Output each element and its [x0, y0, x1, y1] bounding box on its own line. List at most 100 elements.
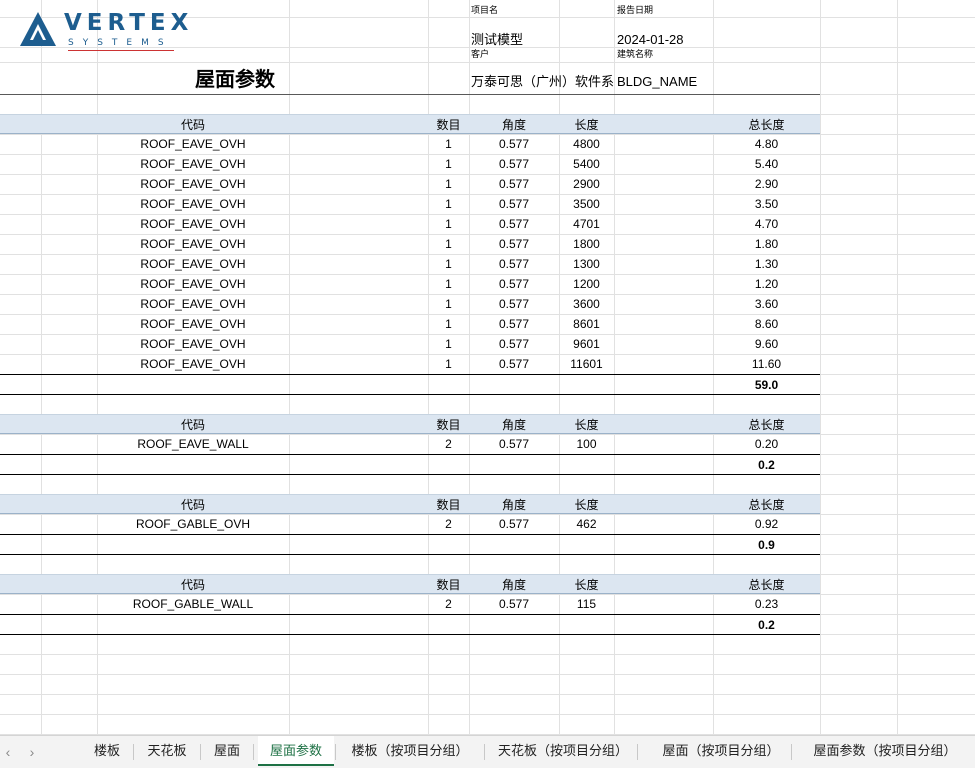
chevron-left-icon[interactable]: ‹	[0, 742, 16, 762]
cell-angle[interactable]: 0.577	[469, 294, 559, 314]
cell-angle[interactable]: 0.577	[469, 314, 559, 334]
column-header-count[interactable]: 数目	[428, 575, 469, 595]
cell-angle[interactable]: 0.577	[469, 194, 559, 214]
table-row[interactable]: ROOF_EAVE_OVH 1 0.577 4701 4.70	[0, 214, 820, 234]
table-row[interactable]: ROOF_EAVE_OVH 1 0.577 3600 3.60	[0, 294, 820, 314]
cell-code[interactable]: ROOF_EAVE_OVH	[97, 274, 289, 294]
cell-code[interactable]: ROOF_EAVE_WALL	[97, 434, 289, 454]
cell-angle[interactable]: 0.577	[469, 234, 559, 254]
column-header-total[interactable]: 总长度	[713, 575, 820, 595]
column-header-angle[interactable]: 角度	[469, 115, 559, 135]
cell-count[interactable]: 2	[428, 594, 469, 614]
cell-count[interactable]: 1	[428, 334, 469, 354]
cell-code[interactable]: ROOF_EAVE_OVH	[97, 314, 289, 334]
table-row[interactable]: ROOF_EAVE_OVH 1 0.577 1300 1.30	[0, 254, 820, 274]
cell-angle[interactable]: 0.577	[469, 354, 559, 374]
sheet-tab[interactable]: 屋面参数（按项目分组）	[803, 736, 967, 766]
cell-total[interactable]: 1.80	[713, 234, 820, 254]
cell-total[interactable]: 0.92	[713, 514, 820, 534]
cell-length[interactable]: 115	[559, 594, 614, 614]
cell-total[interactable]: 4.80	[713, 134, 820, 154]
cell-total[interactable]: 1.20	[713, 274, 820, 294]
cell-length[interactable]: 5400	[559, 154, 614, 174]
cell-total[interactable]: 4.70	[713, 214, 820, 234]
cell-angle[interactable]: 0.577	[469, 174, 559, 194]
date-value[interactable]: 2024-01-28	[617, 32, 684, 48]
cell-count[interactable]: 1	[428, 354, 469, 374]
cell-length[interactable]: 1200	[559, 274, 614, 294]
cell-total[interactable]: 0.23	[713, 594, 820, 614]
column-header-code[interactable]: 代码	[97, 495, 289, 515]
cell-angle[interactable]: 0.577	[469, 274, 559, 294]
cell-length[interactable]: 100	[559, 434, 614, 454]
column-header-angle[interactable]: 角度	[469, 415, 559, 435]
table-row[interactable]: ROOF_EAVE_OVH 1 0.577 4800 4.80	[0, 134, 820, 154]
cell-count[interactable]: 2	[428, 434, 469, 454]
cell-code[interactable]: ROOF_EAVE_OVH	[97, 334, 289, 354]
cell-count[interactable]: 2	[428, 514, 469, 534]
cell-code[interactable]: ROOF_EAVE_OVH	[97, 354, 289, 374]
cell-code[interactable]: ROOF_GABLE_OVH	[97, 514, 289, 534]
column-header-total[interactable]: 总长度	[713, 115, 820, 135]
table-row[interactable]: ROOF_EAVE_WALL 2 0.577 100 0.20	[0, 434, 820, 454]
cell-total[interactable]: 8.60	[713, 314, 820, 334]
sheet-tab[interactable]: 楼板	[82, 736, 132, 766]
cell-total[interactable]: 3.50	[713, 194, 820, 214]
column-header-code[interactable]: 代码	[97, 415, 289, 435]
table-row[interactable]: ROOF_EAVE_OVH 1 0.577 1200 1.20	[0, 274, 820, 294]
column-header-code[interactable]: 代码	[97, 115, 289, 135]
table-row[interactable]: ROOF_EAVE_OVH 1 0.577 5400 5.40	[0, 154, 820, 174]
cell-total[interactable]: 11.60	[713, 354, 820, 374]
table-row[interactable]: ROOF_EAVE_OVH 1 0.577 2900 2.90	[0, 174, 820, 194]
cell-length[interactable]: 8601	[559, 314, 614, 334]
cell-code[interactable]: ROOF_EAVE_OVH	[97, 254, 289, 274]
cell-length[interactable]: 3500	[559, 194, 614, 214]
column-header-code[interactable]: 代码	[97, 575, 289, 595]
column-header-total[interactable]: 总长度	[713, 415, 820, 435]
column-header-count[interactable]: 数目	[428, 495, 469, 515]
cell-count[interactable]: 1	[428, 234, 469, 254]
cell-code[interactable]: ROOF_EAVE_OVH	[97, 194, 289, 214]
cell-total[interactable]: 1.30	[713, 254, 820, 274]
table-row[interactable]: ROOF_EAVE_OVH 1 0.577 11601 11.60	[0, 354, 820, 374]
cell-code[interactable]: ROOF_GABLE_WALL	[97, 594, 289, 614]
group-total[interactable]: 0.2	[713, 615, 820, 635]
cell-length[interactable]: 462	[559, 514, 614, 534]
cell-angle[interactable]: 0.577	[469, 334, 559, 354]
cell-length[interactable]: 4800	[559, 134, 614, 154]
column-header-count[interactable]: 数目	[428, 415, 469, 435]
project-value[interactable]: 测试模型	[471, 32, 523, 48]
column-header-angle[interactable]: 角度	[469, 575, 559, 595]
cell-count[interactable]: 1	[428, 154, 469, 174]
cell-angle[interactable]: 0.577	[469, 514, 559, 534]
client-value[interactable]: 万泰可思（广州）软件系	[471, 74, 617, 90]
cell-code[interactable]: ROOF_EAVE_OVH	[97, 234, 289, 254]
table-row[interactable]: ROOF_EAVE_OVH 1 0.577 3500 3.50	[0, 194, 820, 214]
table-row[interactable]: ROOF_EAVE_OVH 1 0.577 9601 9.60	[0, 334, 820, 354]
cell-total[interactable]: 9.60	[713, 334, 820, 354]
column-header-total[interactable]: 总长度	[713, 495, 820, 515]
cell-code[interactable]: ROOF_EAVE_OVH	[97, 174, 289, 194]
cell-angle[interactable]: 0.577	[469, 214, 559, 234]
sheet-tab[interactable]: 屋面（按项目分组）	[652, 736, 790, 766]
cell-count[interactable]: 1	[428, 174, 469, 194]
cell-count[interactable]: 1	[428, 134, 469, 154]
cell-length[interactable]: 11601	[559, 354, 614, 374]
cell-angle[interactable]: 0.577	[469, 594, 559, 614]
sheet-tab[interactable]: 屋面	[202, 736, 252, 766]
cell-angle[interactable]: 0.577	[469, 154, 559, 174]
cell-count[interactable]: 1	[428, 314, 469, 334]
cell-code[interactable]: ROOF_EAVE_OVH	[97, 214, 289, 234]
sheet-tab[interactable]: 天花板（按项目分组）	[488, 736, 636, 766]
cell-count[interactable]: 1	[428, 254, 469, 274]
cell-length[interactable]: 4701	[559, 214, 614, 234]
group-total[interactable]: 0.9	[713, 535, 820, 555]
table-row[interactable]: ROOF_GABLE_OVH 2 0.577 462 0.92	[0, 514, 820, 534]
cell-code[interactable]: ROOF_EAVE_OVH	[97, 294, 289, 314]
column-header-angle[interactable]: 角度	[469, 495, 559, 515]
column-header-length[interactable]: 长度	[559, 115, 614, 135]
column-header-length[interactable]: 长度	[559, 415, 614, 435]
cell-length[interactable]: 9601	[559, 334, 614, 354]
cell-length[interactable]: 3600	[559, 294, 614, 314]
table-row[interactable]: ROOF_EAVE_OVH 1 0.577 8601 8.60	[0, 314, 820, 334]
